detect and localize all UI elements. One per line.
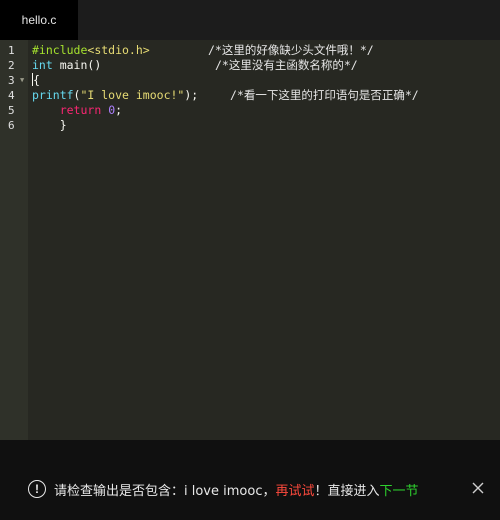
code-line-2: int main() (32, 58, 101, 73)
return-keyword: return (59, 103, 102, 117)
code-line-1: #include<stdio.h> (32, 43, 150, 58)
close-icon[interactable] (470, 480, 486, 496)
next-section-link[interactable]: 下一节 (380, 480, 419, 499)
header-name: <stdio.h> (87, 43, 150, 57)
string-literal: "I love imooc!" (80, 88, 185, 102)
semicolon: ; (115, 103, 123, 117)
close-brace: } (59, 118, 67, 132)
code-line-4: printf("I love imooc!"); (32, 88, 198, 103)
printf-call: printf (32, 88, 74, 102)
code-line-5: return 0; (32, 103, 122, 118)
code-editor[interactable]: 1 2 3 ▼ 4 5 6 #include<stdio.h> /*这里的好像缺少… (0, 40, 500, 440)
tab-bar: hello.c (0, 0, 500, 40)
result-panel: ! 请检查输出是否包含：i love imooc， 再试试 ！直接进入 下一节 (0, 440, 500, 520)
message-middle: ！直接进入 (314, 483, 380, 499)
open-brace: { (33, 73, 40, 87)
retry-link[interactable]: 再试试 (275, 480, 314, 499)
result-message: ! 请检查输出是否包含：i love imooc， 再试试 ！直接进入 下一节 (28, 478, 419, 500)
message-prefix: 请检查输出是否包含：i love imooc， (54, 483, 276, 499)
comment-line-1: /*这里的好像缺少头文件哦！*/ (208, 43, 374, 57)
function-name: main() (52, 58, 102, 72)
comment-line-2: /*这里没有主函数名称的*/ (215, 58, 358, 72)
code-line-6: } (32, 118, 67, 133)
type-keyword: int (32, 58, 53, 72)
tab-hello-c[interactable]: hello.c (0, 0, 78, 40)
close-paren: ); (184, 88, 199, 102)
info-icon: ! (28, 480, 46, 498)
code-line-3: { (32, 73, 40, 88)
comment-line-4: /*看一下这里的打印语句是否正确*/ (230, 88, 419, 102)
include-directive: #include (32, 43, 88, 57)
code-area[interactable]: #include<stdio.h> /*这里的好像缺少头文件哦！*/ int m… (0, 40, 500, 440)
